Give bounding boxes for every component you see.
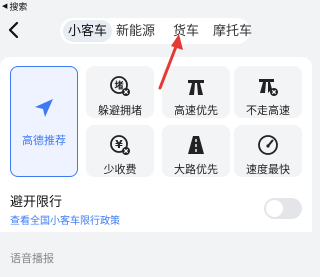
back-to-app-label[interactable]: 搜索 [9, 0, 27, 13]
avoid-restriction-toggle[interactable] [264, 198, 302, 219]
chevron-left-icon [8, 21, 19, 39]
route-option-label: 高速优先 [174, 105, 218, 117]
route-option-label: 不走高速 [246, 105, 290, 117]
route-option-label: 少收费 [103, 164, 137, 176]
back-button[interactable] [4, 18, 24, 42]
route-option-avoid-highway[interactable]: 不走高速 [234, 66, 302, 118]
toggle-knob [266, 200, 283, 217]
route-option-label: 躲避拥堵 [98, 105, 142, 117]
main-road-icon [184, 134, 208, 156]
navigation-arrow-icon [32, 96, 56, 120]
route-option-less-toll[interactable]: ¥ 少收费 [86, 125, 154, 177]
back-to-app-triangle-icon[interactable]: ◀ [2, 2, 7, 10]
svg-text:¥: ¥ [115, 138, 123, 151]
voice-broadcast-section-label: 语音播报 [10, 253, 54, 265]
route-option-fastest[interactable]: 速度最快 [234, 125, 302, 177]
avoid-highway-icon [256, 75, 280, 97]
status-bar: ◀ 搜索 [0, 0, 312, 12]
route-option-label: 高德推荐 [22, 134, 66, 147]
fastest-speedometer-icon [256, 134, 280, 156]
restriction-section: 避开限行 查看全国小客车限行政策 [0, 185, 312, 232]
route-option-main-road[interactable]: 大路优先 [162, 125, 230, 177]
restriction-policy-link[interactable]: 查看全国小客车限行政策 [10, 212, 120, 227]
route-preferences-screen: ◀ 搜索 小客车 新能源 货车 摩托车 高德推荐 堵 躲避拥堵 高速优先 不走高… [0, 0, 312, 277]
tab-passenger-car[interactable]: 小客车 [63, 20, 113, 42]
svg-text:堵: 堵 [114, 80, 123, 92]
route-option-recommended[interactable]: 高德推荐 [10, 66, 78, 177]
route-option-avoid-congestion[interactable]: 堵 躲避拥堵 [86, 66, 154, 118]
route-option-label: 大路优先 [174, 164, 218, 176]
avoid-restriction-title: 避开限行 [10, 194, 63, 209]
less-toll-icon: ¥ [108, 134, 132, 156]
annotation-arrow-icon [158, 34, 183, 90]
route-option-label: 速度最快 [246, 164, 290, 176]
avoid-congestion-icon: 堵 [108, 75, 132, 97]
tab-motorcycle[interactable]: 摩托车 [209, 20, 256, 42]
